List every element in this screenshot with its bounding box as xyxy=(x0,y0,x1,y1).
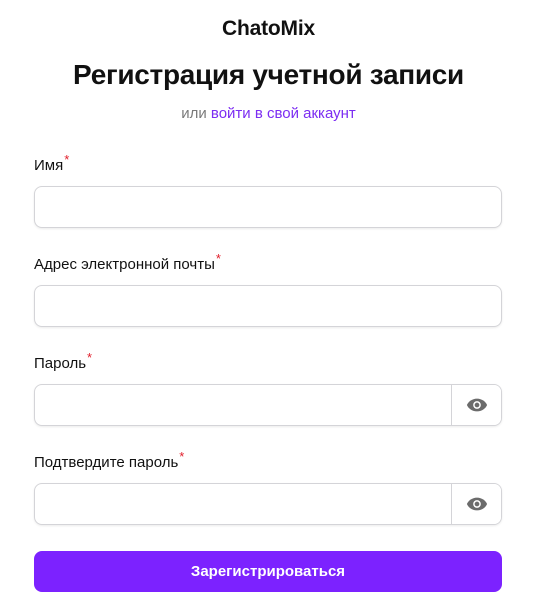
password-input[interactable] xyxy=(35,385,451,425)
eye-icon xyxy=(466,497,487,511)
register-button[interactable]: Зарегистрироваться xyxy=(34,551,502,592)
eye-icon xyxy=(466,398,487,412)
email-label-text: Адрес электронной почты xyxy=(34,256,215,273)
brand-logo-text: ChatoMix xyxy=(222,17,315,40)
confirm-password-label-text: Подтвердите пароль xyxy=(34,454,179,471)
password-label-text: Пароль xyxy=(34,355,87,372)
page-title: Регистрация учетной записи xyxy=(73,59,464,90)
name-label: Имя* xyxy=(34,152,69,174)
confirm-password-input[interactable] xyxy=(35,484,451,524)
email-input[interactable] xyxy=(35,286,501,326)
password-required-mark: * xyxy=(87,350,93,365)
confirm-password-required-mark: * xyxy=(179,449,185,464)
password-visibility-toggle[interactable] xyxy=(451,385,501,425)
name-input[interactable] xyxy=(35,187,501,227)
name-field-container xyxy=(34,186,502,228)
confirm-password-visibility-toggle[interactable] xyxy=(451,484,501,524)
name-required-mark: * xyxy=(64,152,70,167)
confirm-password-field-container xyxy=(34,483,502,525)
email-label: Адрес электронной почты* xyxy=(34,251,221,273)
name-label-text: Имя xyxy=(34,157,64,174)
subtitle: или войти в свой аккаунт xyxy=(0,105,537,122)
email-required-mark: * xyxy=(215,251,221,266)
login-link[interactable]: войти в свой аккаунт xyxy=(211,105,356,122)
password-field-container xyxy=(34,384,502,426)
password-label: Пароль* xyxy=(34,350,92,372)
subtitle-prefix: или xyxy=(181,105,207,122)
email-field-container xyxy=(34,285,502,327)
confirm-password-label: Подтвердите пароль* xyxy=(34,449,184,471)
